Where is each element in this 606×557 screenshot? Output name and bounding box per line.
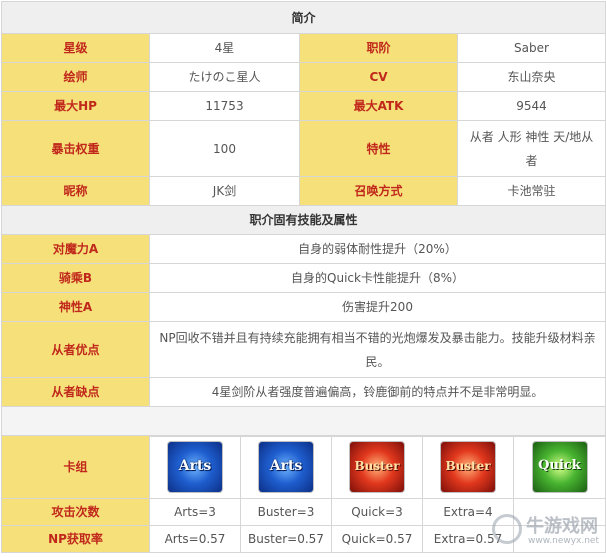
- hits-arts: Arts=3: [149, 498, 241, 526]
- rarity-value: 4星: [149, 33, 300, 63]
- max-atk-value: 9544: [456, 91, 606, 121]
- summon-method-value: 卡池常驻: [456, 176, 606, 206]
- skills-section-title: 职介固有技能及属性: [0, 205, 606, 235]
- max-hp-label: 最大HP: [1, 91, 150, 121]
- skill-label-magic-resistance: 对魔力A: [1, 234, 150, 264]
- skill-desc-magic-resistance: 自身的弱体耐性提升（20%）: [148, 234, 606, 264]
- hits-buster: Buster=3: [240, 498, 332, 526]
- np-quick: Quick=0.57: [331, 525, 423, 553]
- servant-info-table: 简介 星级 4星 职阶 Saber 绘师 たけのこ星人 CV 东山奈央 最大HP…: [0, 1, 606, 437]
- deck-card-2: Arts: [240, 435, 332, 499]
- weakness-desc: 4星剑阶从者强度普遍偏高，铃鹿御前的特点并不是非常明显。: [148, 377, 606, 407]
- section-spacer: [0, 406, 606, 437]
- skill-desc-divinity: 伤害提升200: [148, 292, 606, 322]
- site-watermark: 牛游戏网 www.newyx.net: [492, 510, 602, 554]
- arts-card-icon: Arts: [259, 442, 313, 492]
- deck-card-4: Buster: [422, 435, 514, 499]
- skill-label-divinity: 神性A: [1, 292, 150, 322]
- rarity-label: 星级: [1, 33, 150, 63]
- intro-section-title: 简介: [0, 1, 606, 34]
- site-logo-icon: [492, 514, 522, 544]
- np-arts: Arts=0.57: [149, 525, 241, 553]
- max-atk-label: 最大ATK: [299, 91, 458, 121]
- strengths-line-1: NP回收不错并且有持续充能拥有相当不错的光炮爆发及暴击能力。技能升级材料亲: [159, 330, 596, 345]
- star-weight-value: 100: [149, 120, 300, 177]
- class-value: Saber: [456, 33, 606, 63]
- arts-card-icon: Arts: [168, 442, 222, 492]
- illustrator-value: たけのこ星人: [149, 62, 300, 92]
- skill-desc-riding: 自身的Quick卡性能提升（8%）: [148, 263, 606, 293]
- strengths-line-2: 民。: [365, 354, 390, 369]
- hits-label: 攻击次数: [1, 498, 150, 526]
- traits-line-2: 者: [525, 153, 538, 168]
- np-gain-label: NP获取率: [1, 525, 150, 553]
- traits-label: 特性: [299, 120, 458, 177]
- nickname-label: 昵称: [1, 176, 150, 206]
- max-hp-value: 11753: [149, 91, 300, 121]
- cv-value: 东山奈央: [456, 62, 606, 92]
- deck-card-5: Quick: [513, 435, 606, 499]
- deck-card-3: Buster: [331, 435, 423, 499]
- traits-value: 从者 人形 神性 天/地从 者: [456, 120, 606, 177]
- strengths-desc: NP回收不错并且有持续充能拥有相当不错的光炮爆发及暴击能力。技能升级材料亲 民。: [148, 321, 606, 378]
- skill-label-riding: 骑乘B: [1, 263, 150, 293]
- summon-method-label: 召唤方式: [299, 176, 458, 206]
- star-weight-label: 暴击权重: [1, 120, 150, 177]
- buster-card-icon: Buster: [350, 442, 404, 492]
- watermark-name: 牛游戏网: [526, 516, 598, 537]
- hits-quick: Quick=3: [331, 498, 423, 526]
- strengths-label: 从者优点: [1, 321, 150, 378]
- illustrator-label: 绘师: [1, 62, 150, 92]
- nickname-value: JK剑: [149, 176, 300, 206]
- np-buster: Buster=0.57: [240, 525, 332, 553]
- weakness-label: 从者缺点: [1, 377, 150, 407]
- class-label: 职阶: [299, 33, 458, 63]
- buster-card-icon: Buster: [441, 442, 495, 492]
- deck-label: 卡组: [1, 435, 150, 499]
- deck-card-1: Arts: [149, 435, 241, 499]
- watermark-url: www.newyx.net: [528, 536, 600, 546]
- quick-card-icon: Quick: [532, 442, 587, 492]
- cv-label: CV: [299, 62, 458, 92]
- traits-line-1: 从者 人形 神性 天/地从: [469, 129, 594, 144]
